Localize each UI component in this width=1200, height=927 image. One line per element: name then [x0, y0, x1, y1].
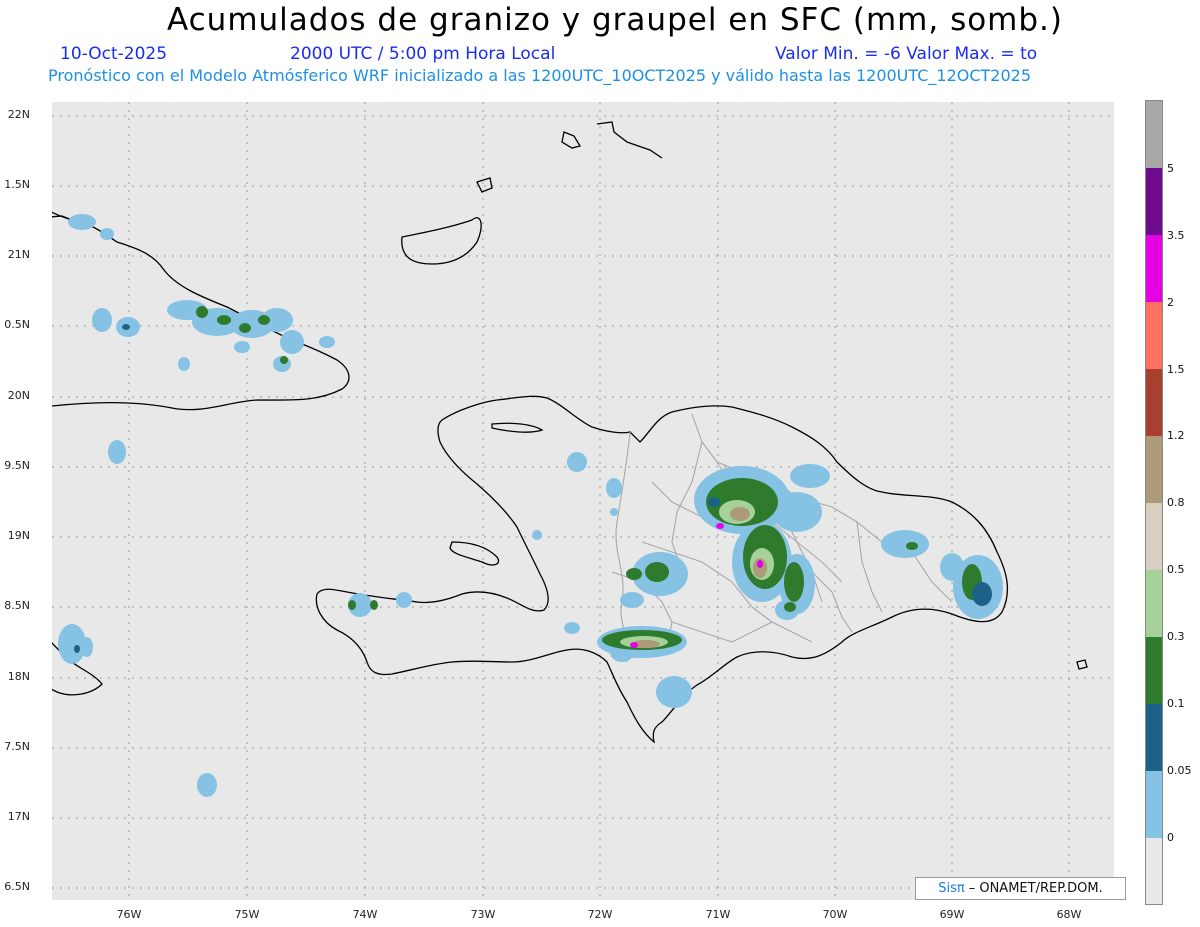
credit-text: – ONAMET/REP.DOM. — [968, 881, 1103, 896]
colorbar-label: 3.5 — [1167, 229, 1185, 242]
map-panel — [52, 102, 1114, 900]
lat-label-18-5n: 8.5N — [4, 599, 30, 612]
hail-field — [58, 214, 1003, 797]
colorbar-label: 0.5 — [1167, 563, 1185, 576]
lon-label-71w: 71W — [705, 908, 731, 921]
lon-label-70w: 70W — [822, 908, 848, 921]
credit-box: Sisπ – ONAMET/REP.DOM. — [915, 877, 1126, 900]
colorbar-label: 0 — [1167, 831, 1174, 844]
gonave-island — [449, 541, 500, 566]
minmax-label: Valor Min. = -6 Valor Max. = to — [775, 44, 1038, 64]
lon-label-68w: 68W — [1056, 908, 1082, 921]
lat-label-16-5n: 6.5N — [4, 880, 30, 893]
colorbar-segment-0-3 — [1146, 637, 1162, 704]
colorbar-segment-0-1 — [1146, 704, 1162, 771]
colorbar-segment-1-2 — [1146, 436, 1162, 503]
colorbar-segment-0-8 — [1146, 503, 1162, 570]
colorbar-segment-2 — [1146, 302, 1162, 369]
map-canvas — [52, 102, 1114, 900]
forecast-label: Pronóstico con el Modelo Atmósferico WRF… — [48, 66, 1032, 85]
time-label: 2000 UTC / 5:00 pm Hora Local — [290, 44, 556, 64]
colorbar-label: 1.5 — [1167, 363, 1185, 376]
colorbar-segment-0 — [1146, 838, 1162, 904]
colorbar-segment-0-5 — [1146, 570, 1162, 637]
lon-label-75w: 75W — [234, 908, 260, 921]
lat-label-17-5n: 7.5N — [4, 740, 30, 753]
chart-title: Acumulados de granizo y graupel en SFC (… — [166, 2, 1064, 38]
colorbar — [1145, 100, 1163, 905]
colorbar-segment-3-5 — [1146, 235, 1162, 302]
colorbar-segment-5 — [1146, 168, 1162, 235]
lat-label-17n: 17N — [7, 810, 30, 823]
colorbar-label: 0.8 — [1167, 496, 1185, 509]
lat-label-19n: 19N — [7, 529, 30, 542]
lat-label-18n: 18N — [7, 670, 30, 683]
lat-label-19-5n: 9.5N — [4, 459, 30, 472]
colorbar-label: 0.05 — [1167, 764, 1192, 777]
pr-island — [1076, 659, 1088, 670]
sispi-logo-text: Sisπ — [938, 881, 965, 896]
date-label: 10-Oct-2025 — [60, 44, 168, 64]
colorbar-label: 0.1 — [1167, 697, 1185, 710]
turks-caicos — [476, 121, 663, 193]
lon-label-69w: 69W — [939, 908, 965, 921]
colorbar-label: 5 — [1167, 162, 1174, 175]
colorbar-segment-top — [1146, 101, 1162, 168]
colorbar-segment-0-05 — [1146, 771, 1162, 838]
tortuga-island — [491, 422, 544, 433]
lat-label-22n: 22N — [7, 108, 30, 121]
colorbar-label: 0.3 — [1167, 630, 1185, 643]
lon-label-76w: 76W — [116, 908, 142, 921]
colorbar-label: 2 — [1167, 296, 1174, 309]
lat-label-21n: 21N — [7, 248, 30, 261]
colorbar-segment-1-5 — [1146, 369, 1162, 436]
inagua-island — [401, 217, 482, 265]
lat-label-21-5n: 1.5N — [4, 178, 30, 191]
colorbar-label: 1.2 — [1167, 429, 1185, 442]
lon-label-74w: 74W — [352, 908, 378, 921]
lon-label-73w: 73W — [470, 908, 496, 921]
lat-label-20-5n: 0.5N — [4, 318, 30, 331]
lon-label-72w: 72W — [587, 908, 613, 921]
coastlines — [52, 121, 1088, 744]
lat-label-20n: 20N — [7, 389, 30, 402]
